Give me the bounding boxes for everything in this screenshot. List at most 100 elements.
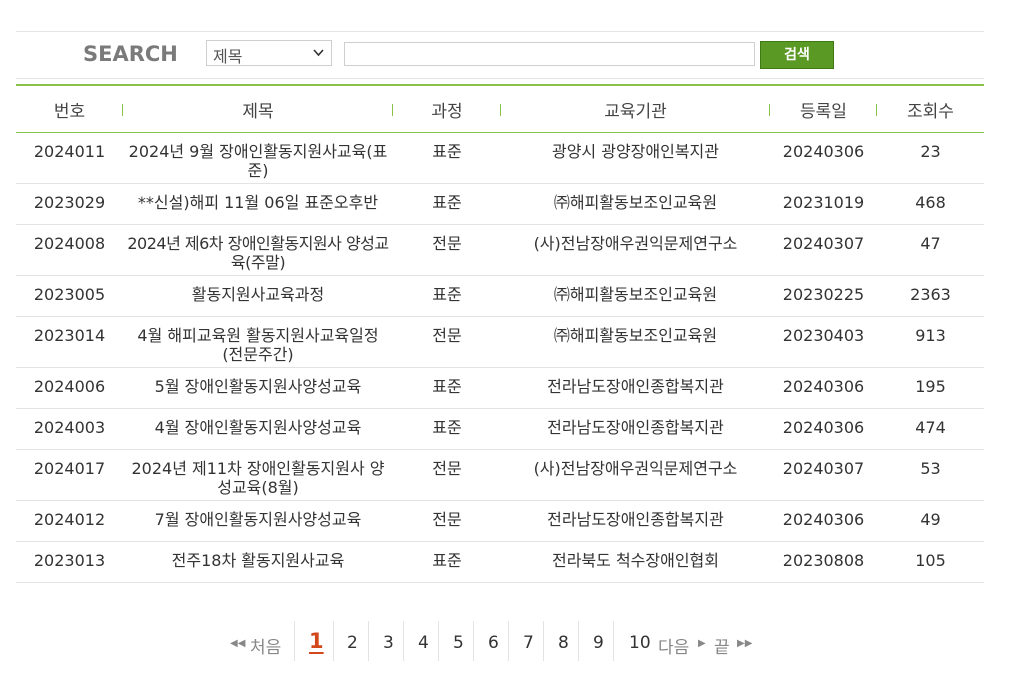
divider bbox=[368, 621, 369, 661]
cell-date: 20240306 bbox=[770, 132, 877, 184]
divider bbox=[403, 621, 404, 661]
cell-date: 20240306 bbox=[770, 367, 877, 409]
table-row[interactable]: 2024011 2024년 9월 장애인활동지원사교육(표준) 표준 광양시 광… bbox=[16, 132, 984, 184]
cell-number: 2023005 bbox=[16, 275, 123, 317]
table-row[interactable]: 2024017 2024년 제11차 장애인활동지원사 양성교육(8월) 전문 … bbox=[16, 449, 984, 501]
page-link[interactable]: 2 bbox=[347, 633, 358, 653]
table-row[interactable]: 2024008 2024년 제6차 장애인활동지원사 양성교육(주말) 전문 (… bbox=[16, 224, 984, 276]
divider bbox=[438, 621, 439, 661]
page-link[interactable]: 10 bbox=[629, 633, 651, 653]
right-arrow-icon: ▶ bbox=[698, 638, 706, 649]
divider bbox=[508, 621, 509, 661]
table-row[interactable]: 2023005 활동지원사교육과정 표준 ㈜해피활동보조인교육원 2023022… bbox=[16, 275, 984, 317]
cell-number: 2024008 bbox=[16, 224, 123, 276]
cell-title-link[interactable]: 2024년 제11차 장애인활동지원사 양성교육(8월) bbox=[123, 449, 393, 501]
page-link[interactable]: 4 bbox=[418, 633, 429, 653]
pagination: ◀◀ 처음 1 2 3 4 5 6 7 8 9 10 다음 ▶ 끝 ▶▶ bbox=[0, 621, 1012, 663]
cell-org: (사)전남장애우권익문제연구소 bbox=[501, 224, 770, 276]
cell-title-link[interactable]: **신설)해피 11월 06일 표준오후반 bbox=[123, 183, 393, 225]
cell-course: 표준 bbox=[393, 541, 501, 583]
divider bbox=[333, 621, 334, 661]
cell-number: 2024017 bbox=[16, 449, 123, 501]
cell-title-link[interactable]: 5월 장애인활동지원사양성교육 bbox=[123, 367, 393, 409]
header-number: 번호 bbox=[16, 84, 123, 133]
cell-views: 913 bbox=[877, 316, 984, 368]
search-button[interactable]: 검색 bbox=[760, 41, 834, 69]
table-row[interactable]: 2023014 4월 해피교육원 활동지원사교육일정(전문주간) 전문 ㈜해피활… bbox=[16, 316, 984, 368]
next-page-link[interactable]: 다음 bbox=[658, 633, 689, 658]
cell-course: 표준 bbox=[393, 275, 501, 317]
table-row[interactable]: 2023029 **신설)해피 11월 06일 표준오후반 표준 ㈜해피활동보조… bbox=[16, 183, 984, 225]
chevron-down-icon bbox=[313, 49, 324, 57]
cell-org: 광양시 광양장애인복지관 bbox=[501, 132, 770, 184]
table-row[interactable]: 2023013 전주18차 활동지원사교육 표준 전라북도 척수장애인협회 20… bbox=[16, 541, 984, 583]
cell-title-link[interactable]: 2024년 9월 장애인활동지원사교육(표준) bbox=[123, 132, 393, 184]
cell-title-link[interactable]: 전주18차 활동지원사교육 bbox=[123, 541, 393, 583]
cell-date: 20230808 bbox=[770, 541, 877, 583]
cell-course: 전문 bbox=[393, 224, 501, 276]
page-link[interactable]: 5 bbox=[453, 633, 464, 653]
cell-course: 전문 bbox=[393, 500, 501, 542]
page-link[interactable]: 8 bbox=[558, 633, 569, 653]
table-row[interactable]: 2024006 5월 장애인활동지원사양성교육 표준 전라남도장애인종합복지관 … bbox=[16, 367, 984, 409]
first-page-link[interactable]: 처음 bbox=[250, 633, 281, 658]
course-list-table: 번호 제목 과정 교육기관 등록일 조회수 2024011 2024년 9월 장… bbox=[16, 84, 984, 583]
page-link[interactable]: 7 bbox=[523, 633, 534, 653]
cell-org: ㈜해피활동보조인교육원 bbox=[501, 183, 770, 225]
divider bbox=[473, 621, 474, 661]
last-page-link[interactable]: 끝 bbox=[714, 633, 730, 658]
cell-date: 20231019 bbox=[770, 183, 877, 225]
search-field-select[interactable]: 제목 bbox=[206, 40, 332, 66]
cell-views: 468 bbox=[877, 183, 984, 225]
cell-title-link[interactable]: 2024년 제6차 장애인활동지원사 양성교육(주말) bbox=[123, 224, 393, 276]
header-org: 교육기관 bbox=[501, 84, 770, 133]
double-left-arrow-icon: ◀◀ bbox=[230, 638, 246, 649]
cell-course: 전문 bbox=[393, 449, 501, 501]
cell-number: 2024003 bbox=[16, 408, 123, 450]
cell-org: ㈜해피활동보조인교육원 bbox=[501, 275, 770, 317]
cell-date: 20240307 bbox=[770, 449, 877, 501]
cell-org: 전라남도장애인종합복지관 bbox=[501, 408, 770, 450]
cell-title-link[interactable]: 활동지원사교육과정 bbox=[123, 275, 393, 317]
cell-course: 표준 bbox=[393, 408, 501, 450]
cell-views: 49 bbox=[877, 500, 984, 542]
cell-views: 2363 bbox=[877, 275, 984, 317]
cell-number: 2023013 bbox=[16, 541, 123, 583]
table-header-row: 번호 제목 과정 교육기관 등록일 조회수 bbox=[16, 84, 984, 133]
cell-course: 표준 bbox=[393, 183, 501, 225]
cell-org: 전라남도장애인종합복지관 bbox=[501, 500, 770, 542]
page-link[interactable]: 6 bbox=[488, 633, 499, 653]
cell-date: 20230403 bbox=[770, 316, 877, 368]
cell-views: 105 bbox=[877, 541, 984, 583]
cell-views: 47 bbox=[877, 224, 984, 276]
cell-views: 23 bbox=[877, 132, 984, 184]
page-link-current[interactable]: 1 bbox=[309, 629, 324, 653]
cell-org: 전라남도장애인종합복지관 bbox=[501, 367, 770, 409]
cell-org: ㈜해피활동보조인교육원 bbox=[501, 316, 770, 368]
header-course: 과정 bbox=[393, 84, 501, 133]
cell-course: 전문 bbox=[393, 316, 501, 368]
cell-title-link[interactable]: 4월 해피교육원 활동지원사교육일정(전문주간) bbox=[123, 316, 393, 368]
cell-org: (사)전남장애우권익문제연구소 bbox=[501, 449, 770, 501]
divider bbox=[578, 621, 579, 661]
cell-views: 474 bbox=[877, 408, 984, 450]
cell-org: 전라북도 척수장애인협회 bbox=[501, 541, 770, 583]
cell-date: 20240307 bbox=[770, 224, 877, 276]
header-date: 등록일 bbox=[770, 84, 877, 133]
cell-course: 표준 bbox=[393, 367, 501, 409]
cell-number: 2024011 bbox=[16, 132, 123, 184]
table-row[interactable]: 2024012 7월 장애인활동지원사양성교육 전문 전라남도장애인종합복지관 … bbox=[16, 500, 984, 542]
cell-number: 2024006 bbox=[16, 367, 123, 409]
header-title: 제목 bbox=[123, 84, 393, 133]
cell-course: 표준 bbox=[393, 132, 501, 184]
cell-title-link[interactable]: 7월 장애인활동지원사양성교육 bbox=[123, 500, 393, 542]
page-link[interactable]: 9 bbox=[593, 633, 604, 653]
cell-date: 20240306 bbox=[770, 408, 877, 450]
cell-title-link[interactable]: 4월 장애인활동지원사양성교육 bbox=[123, 408, 393, 450]
table-row[interactable]: 2024003 4월 장애인활동지원사양성교육 표준 전라남도장애인종합복지관 … bbox=[16, 408, 984, 450]
cell-date: 20240306 bbox=[770, 500, 877, 542]
page-link[interactable]: 3 bbox=[383, 633, 394, 653]
double-right-arrow-icon: ▶▶ bbox=[737, 638, 753, 649]
search-input[interactable] bbox=[344, 42, 755, 66]
header-views: 조회수 bbox=[877, 84, 984, 133]
